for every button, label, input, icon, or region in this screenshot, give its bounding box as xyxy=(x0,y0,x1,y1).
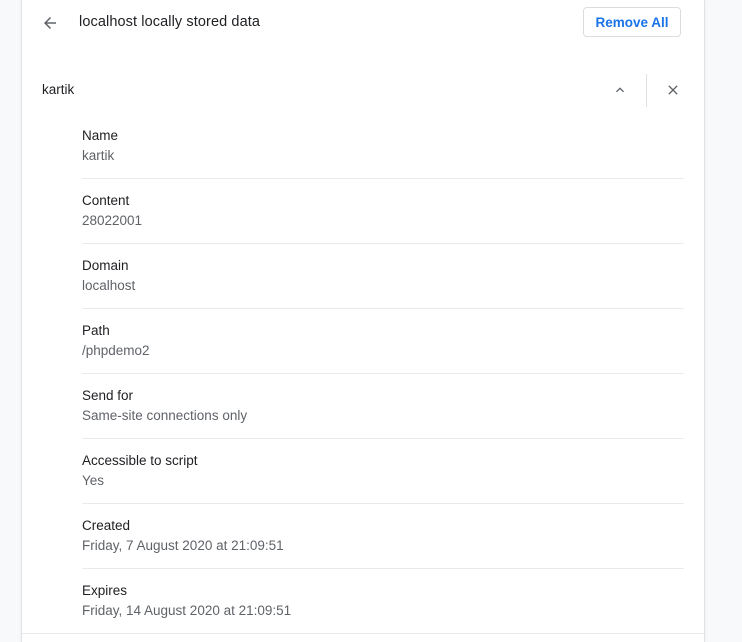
bottom-divider xyxy=(22,633,704,634)
detail-label: Domain xyxy=(82,258,129,273)
detail-value: kartik xyxy=(82,148,115,163)
detail-label: Content xyxy=(82,193,130,208)
detail-row-content: Content 28022001 xyxy=(82,179,684,244)
cookie-item-name: kartik xyxy=(42,82,75,97)
detail-value: Friday, 7 August 2020 at 21:09:51 xyxy=(82,538,284,553)
detail-label: Created xyxy=(82,518,131,533)
detail-label: Expires xyxy=(82,583,128,598)
detail-row-domain: Domain localhost xyxy=(82,244,684,309)
detail-value: Friday, 14 August 2020 at 21:09:51 xyxy=(82,603,292,618)
detail-label: Accessible to script xyxy=(82,453,198,468)
chevron-up-icon xyxy=(616,87,624,93)
detail-row-created: Created Friday, 7 August 2020 at 21:09:5… xyxy=(82,504,684,569)
close-icon xyxy=(668,85,678,95)
detail-row-accessible-to-script: Accessible to script Yes xyxy=(82,439,684,504)
detail-row-expires: Expires Friday, 14 August 2020 at 21:09:… xyxy=(82,569,684,634)
detail-label: Name xyxy=(82,128,119,143)
remove-all-button[interactable]: Remove All xyxy=(583,7,681,37)
detail-value: localhost xyxy=(82,278,136,293)
detail-label: Send for xyxy=(82,388,134,403)
cookie-details-list: Name kartik Content 28022001 Domain loca… xyxy=(82,114,684,634)
header-divider xyxy=(646,74,647,107)
arrow-back-icon xyxy=(44,17,56,29)
page-title: localhost locally stored data xyxy=(79,14,261,30)
page-header: localhost locally stored data Remove All xyxy=(22,0,704,46)
detail-value: Same-site connections only xyxy=(82,408,248,423)
detail-value: Yes xyxy=(82,473,105,488)
cookie-details-card: localhost locally stored data Remove All… xyxy=(22,0,704,642)
detail-row-send-for: Send for Same-site connections only xyxy=(82,374,684,439)
remove-item-button[interactable] xyxy=(659,76,687,104)
detail-label: Path xyxy=(82,323,110,338)
back-button[interactable] xyxy=(36,9,64,37)
detail-row-name: Name kartik xyxy=(82,114,684,179)
detail-value: 28022001 xyxy=(82,213,143,228)
detail-row-path: Path /phpdemo2 xyxy=(82,309,684,374)
cookie-item-header[interactable]: kartik xyxy=(22,67,704,113)
detail-value: /phpdemo2 xyxy=(82,343,150,358)
collapse-button[interactable] xyxy=(606,76,634,104)
